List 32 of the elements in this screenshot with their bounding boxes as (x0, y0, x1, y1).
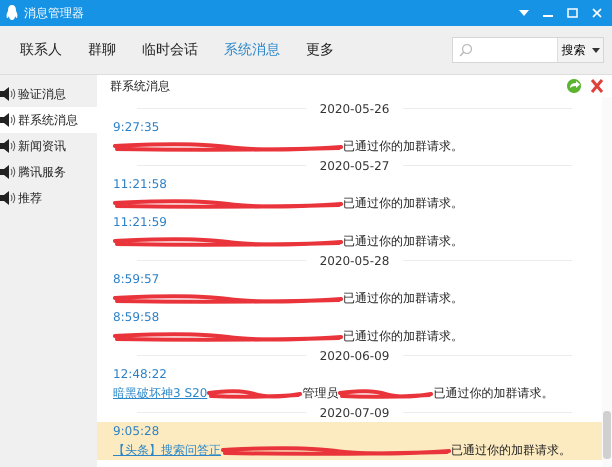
group-link[interactable]: 暗黑破坏神3 S20 (113, 385, 208, 402)
date-label: 2020-07-09 (320, 406, 390, 420)
message-time: 8:59:58 (113, 310, 160, 324)
message-text: 已通过你的加群请求。 (343, 290, 463, 307)
panel-title: 群系统消息 (110, 78, 171, 94)
message-text: 已通过你的加群请求。 (451, 442, 571, 459)
message-text: 管理员 (302, 385, 338, 402)
nav-tab[interactable]: 群聊 (78, 41, 126, 59)
message-time: 11:21:58 (113, 177, 167, 191)
message-text: 已通过你的加群请求。 (343, 138, 463, 155)
message-text: 已通过你的加群请求。 (343, 233, 463, 250)
message-text: 已通过你的加群请求。 (433, 385, 554, 402)
message-time: 9:27:35 (113, 120, 160, 134)
date-label: 2020-05-27 (320, 158, 390, 172)
message-text: 已通过你的加群请求。 (343, 328, 463, 345)
message-time: 11:21:59 (113, 215, 167, 229)
sidebar-item[interactable]: 推荐 (0, 185, 97, 211)
window-title: 消息管理器 (24, 4, 85, 22)
date-label: 2020-06-09 (320, 348, 390, 362)
date-label: 2020-05-28 (320, 254, 390, 268)
nav-tab[interactable]: 更多 (296, 41, 344, 59)
sidebar-item[interactable]: 群系统消息 (0, 107, 97, 133)
sidebar-item[interactable]: 腾讯服务 (0, 159, 97, 185)
message-time: 8:59:57 (113, 272, 160, 286)
sidebar-item[interactable]: 新闻资讯 (0, 133, 97, 159)
nav-tab[interactable]: 联系人 (10, 41, 72, 59)
message-time: 9:05:28 (113, 424, 160, 438)
message-time: 12:48:22 (113, 367, 167, 381)
sidebar-item[interactable]: 验证消息 (0, 81, 97, 107)
message-text: 已通过你的加群请求。 (343, 195, 463, 212)
nav-tab[interactable]: 临时会话 (132, 41, 208, 59)
date-label: 2020-05-26 (320, 102, 390, 116)
